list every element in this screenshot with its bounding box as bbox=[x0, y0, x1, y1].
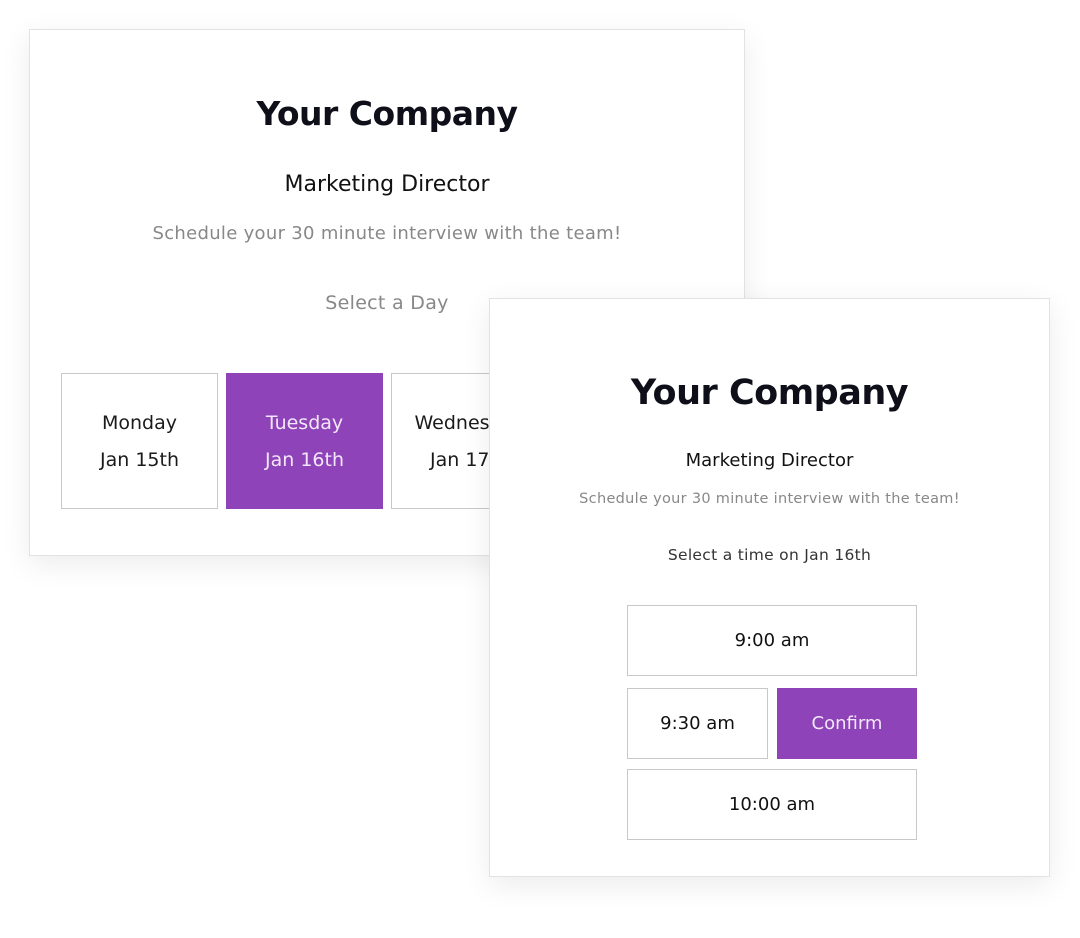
select-time-prompt: Select a time on Jan 16th bbox=[667, 546, 872, 564]
time-picker-card: Your Company Marketing Director Schedule… bbox=[489, 298, 1050, 877]
time-slot-1000[interactable]: 10:00 am bbox=[627, 769, 917, 840]
company-title: Your Company bbox=[256, 94, 518, 133]
confirm-button[interactable]: Confirm bbox=[777, 688, 917, 759]
role-title: Marketing Director bbox=[284, 172, 490, 197]
day-date: Jan 15th bbox=[100, 449, 179, 471]
day-date: Jan 16th bbox=[265, 449, 344, 471]
company-title: Your Company bbox=[630, 373, 909, 413]
time-slot-900[interactable]: 9:00 am bbox=[627, 605, 917, 676]
day-option-tuesday[interactable]: Tuesday Jan 16th bbox=[226, 373, 383, 509]
day-name: Monday bbox=[101, 412, 177, 434]
description: Schedule your 30 minute interview with t… bbox=[579, 491, 960, 507]
role-title: Marketing Director bbox=[685, 450, 854, 471]
day-name: Tuesday bbox=[265, 412, 344, 434]
description: Schedule your 30 minute interview with t… bbox=[152, 223, 622, 244]
time-slot-930[interactable]: 9:30 am bbox=[627, 688, 768, 759]
day-option-monday[interactable]: Monday Jan 15th bbox=[61, 373, 218, 509]
